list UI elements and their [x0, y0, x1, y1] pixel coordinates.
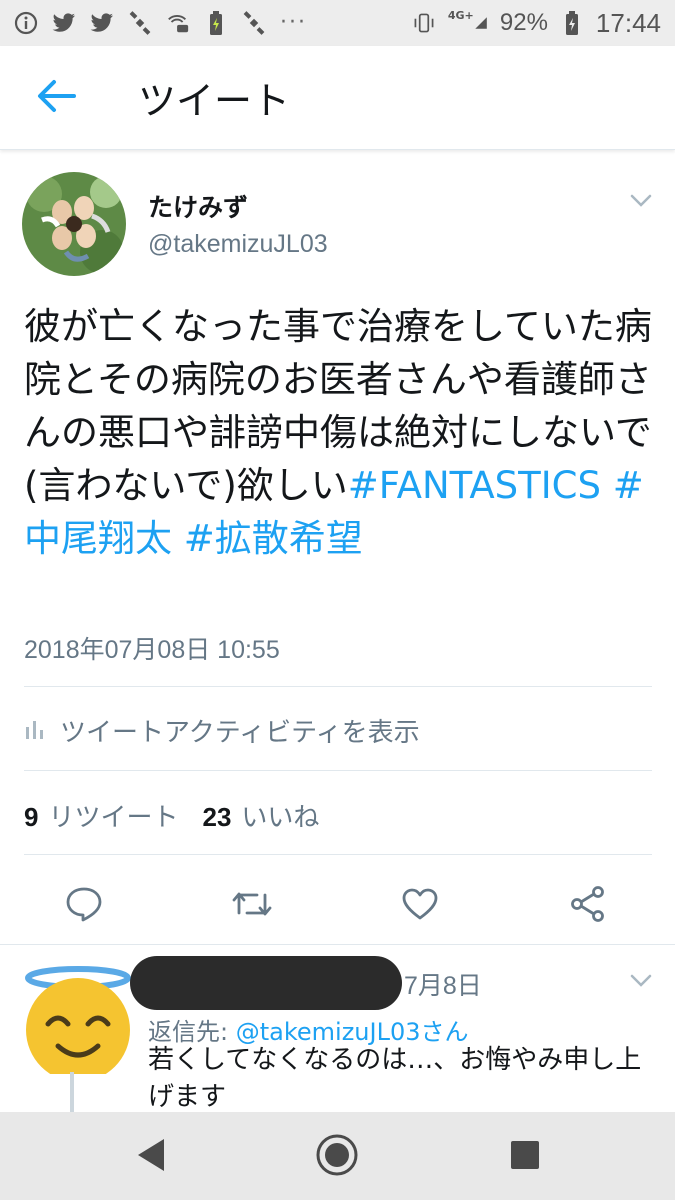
twitter-bird-icon — [52, 11, 76, 35]
battery-icon — [560, 11, 584, 35]
clock: 17:44 — [595, 7, 661, 38]
retweet-icon — [231, 887, 273, 925]
signal-icon: 4G+ — [447, 8, 488, 35]
nav-back-button[interactable] — [126, 1132, 176, 1182]
activity-label: ツイートアクティビティを表示 — [60, 718, 420, 748]
share-button[interactable] — [566, 884, 610, 928]
divider — [24, 854, 652, 855]
more-notifications-icon: ··· — [280, 10, 307, 35]
avatar[interactable] — [14, 954, 142, 1082]
app-bar: ツイート — [0, 46, 675, 150]
triangle-back-icon — [134, 1136, 168, 1178]
retweet-count: 9 — [24, 802, 39, 832]
status-bar-system: 4G+ 92% 17:44 — [412, 8, 661, 39]
share-icon — [569, 885, 607, 927]
tweet-activity-link[interactable]: ツイートアクティビティを表示 — [24, 712, 420, 749]
retweet-label: リツイート — [48, 803, 179, 833]
retweet-button[interactable] — [230, 884, 274, 928]
divider — [24, 770, 652, 771]
reply-text: 若くしてなくなるのは…、お悔やみ申し上げます — [148, 1045, 642, 1112]
circle-home-icon — [314, 1132, 360, 1182]
twitter-bird-icon — [90, 11, 114, 35]
tweet-timestamp: 2018年07月08日 10:55 — [24, 636, 280, 664]
bar-chart-icon — [24, 717, 46, 745]
tweet-stats: 9 リツイート 23 いいね — [24, 797, 319, 834]
like-label: いいね — [241, 803, 320, 833]
square-recents-icon — [509, 1139, 541, 1175]
likes-stat[interactable]: 23 いいね — [202, 797, 319, 834]
arrow-left-icon — [36, 79, 76, 117]
reply-menu-button[interactable] — [626, 970, 656, 994]
redacted-username — [130, 956, 402, 1010]
like-count: 23 — [202, 802, 232, 832]
tweet-menu-button[interactable] — [626, 190, 656, 214]
back-button[interactable] — [0, 46, 112, 150]
divider — [24, 686, 652, 687]
hashtag-fantastics[interactable]: #FANTASTICS — [348, 464, 601, 507]
wifi-calling-icon — [166, 11, 190, 35]
author-name[interactable]: たけみず — [148, 188, 248, 224]
hashtag-kakusan-kibou[interactable]: #拡散希望 — [184, 517, 363, 560]
reply-tweet[interactable]: 7月8日 返信先: @takemizuJL03さん 若くしてなくなるのは…、お悔… — [0, 944, 675, 1114]
vibrate-icon — [412, 11, 436, 35]
nav-home-button[interactable] — [312, 1132, 362, 1182]
status-bar-notifications: ··· — [14, 11, 307, 35]
network-type: 4G+ — [447, 8, 474, 22]
nav-recents-button[interactable] — [500, 1132, 550, 1182]
chevron-down-icon — [630, 193, 652, 212]
reply-button[interactable] — [62, 884, 106, 928]
battery-percent: 92% — [499, 9, 548, 36]
battery-charging-icon — [204, 11, 228, 35]
android-nav-bar — [0, 1112, 675, 1200]
author-handle[interactable]: @takemizuJL03 — [148, 230, 328, 259]
info-icon — [14, 11, 38, 35]
satellite-icon — [128, 11, 152, 35]
avatar[interactable] — [22, 172, 126, 276]
tweet-text: 彼が亡くなった事で治療をしていた病院とその病院のお医者さんや看護師さんの悪口や誹… — [24, 300, 654, 565]
page-title: ツイート — [138, 79, 291, 123]
comment-icon — [65, 886, 103, 926]
tweet-actions — [0, 872, 675, 942]
status-bar: ··· 4G+ 92% 17:44 — [0, 0, 675, 46]
satellite-icon — [242, 11, 266, 35]
thread-line — [70, 1072, 74, 1112]
like-button[interactable] — [398, 884, 442, 928]
retweets-stat[interactable]: 9 リツイート — [24, 797, 178, 834]
reply-date: 7月8日 — [404, 972, 482, 1000]
chevron-down-icon — [630, 973, 652, 992]
heart-icon — [401, 887, 439, 925]
